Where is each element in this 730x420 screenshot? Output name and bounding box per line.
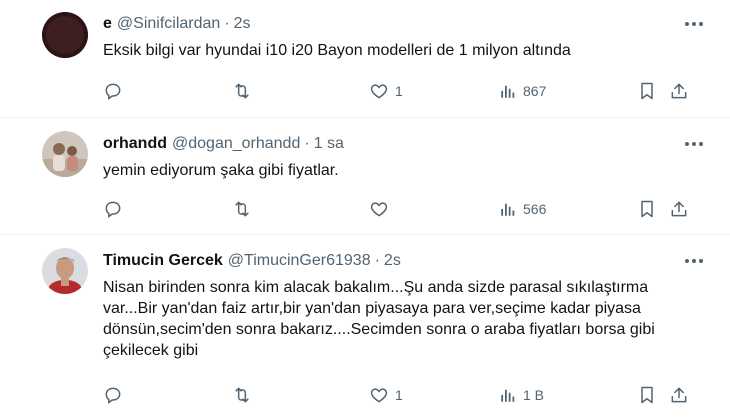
views-button[interactable]: 566 xyxy=(499,197,546,221)
share-icon xyxy=(671,387,687,403)
like-button[interactable]: 1 xyxy=(369,79,403,103)
more-options-icon[interactable] xyxy=(680,13,708,35)
share-icon xyxy=(671,201,687,217)
share-icon xyxy=(671,83,687,99)
retweet-icon xyxy=(235,83,249,99)
view-count: 867 xyxy=(523,83,547,99)
tweet-text: yemin ediyorum şaka gibi fiyatlar. xyxy=(103,162,339,179)
tweet-2[interactable]: orhandd @dogan_orhandd · 1 sa yemin ediy… xyxy=(0,118,730,235)
views-button[interactable]: 1 B xyxy=(499,383,544,407)
heart-icon xyxy=(370,84,388,99)
tweet-3[interactable]: Timucin Gercek @TimucinGer61938 · 2s Nis… xyxy=(0,235,730,420)
share-button[interactable] xyxy=(669,383,689,407)
retweet-button[interactable] xyxy=(231,197,253,221)
tweet-text: Eksik bilgi var hyundai i10 i20 Bayon mo… xyxy=(103,42,571,59)
username[interactable]: @TimucinGer61938 xyxy=(228,252,371,270)
tweet-header: orhandd @dogan_orhandd · 1 sa xyxy=(103,133,712,155)
bookmark-icon xyxy=(641,200,653,218)
like-button[interactable]: 1 xyxy=(369,383,403,407)
display-name[interactable]: e xyxy=(103,15,112,33)
avatar[interactable] xyxy=(42,12,88,58)
like-count: 1 xyxy=(395,83,403,99)
bookmark-icon xyxy=(641,82,653,100)
tweet-actions: 1 1 B xyxy=(103,383,693,407)
display-name[interactable]: orhandd xyxy=(103,135,167,153)
heart-icon xyxy=(370,202,388,217)
view-count: 1 B xyxy=(523,387,545,403)
reply-button[interactable] xyxy=(103,79,123,103)
bookmark-button[interactable] xyxy=(637,79,657,103)
tweet-1[interactable]: e @Sinifcilardan · 2s Eksik bilgi var hy… xyxy=(0,0,730,118)
tweet-text: Nisan birinden sonra kim alacak bakalım.… xyxy=(103,279,655,359)
tweet-header: Timucin Gercek @TimucinGer61938 · 2s xyxy=(103,250,712,272)
tweet-actions: 566 xyxy=(103,197,693,221)
bookmark-button[interactable] xyxy=(637,383,657,407)
bookmark-icon xyxy=(641,386,653,404)
separator-dot: · xyxy=(304,135,310,152)
more-options-icon[interactable] xyxy=(680,250,708,272)
reply-button[interactable] xyxy=(103,197,123,221)
reply-icon xyxy=(105,83,121,100)
avatar[interactable] xyxy=(42,131,88,177)
more-options-icon[interactable] xyxy=(680,133,708,155)
bookmark-button[interactable] xyxy=(637,197,657,221)
retweet-icon xyxy=(235,387,249,403)
reply-button[interactable] xyxy=(103,383,123,407)
display-name[interactable]: Timucin Gercek xyxy=(103,252,223,270)
analytics-icon xyxy=(501,389,515,402)
timestamp[interactable]: 2s xyxy=(384,252,401,270)
share-button[interactable] xyxy=(669,79,689,103)
views-button[interactable]: 867 xyxy=(499,79,546,103)
avatar[interactable] xyxy=(42,248,88,294)
retweet-button[interactable] xyxy=(231,79,253,103)
separator-dot: · xyxy=(374,252,380,269)
analytics-icon xyxy=(501,85,515,98)
timestamp[interactable]: 1 sa xyxy=(314,135,344,153)
separator-dot: · xyxy=(224,15,230,32)
username[interactable]: @Sinifcilardan xyxy=(117,15,220,33)
reply-icon xyxy=(105,201,121,218)
view-count: 566 xyxy=(523,201,547,217)
retweet-icon xyxy=(235,201,249,217)
tweet-header: e @Sinifcilardan · 2s xyxy=(103,13,712,35)
analytics-icon xyxy=(501,203,515,216)
like-button[interactable] xyxy=(369,197,395,221)
timestamp[interactable]: 2s xyxy=(234,15,251,33)
tweet-actions: 1 867 xyxy=(103,79,693,103)
share-button[interactable] xyxy=(669,197,689,221)
retweet-button[interactable] xyxy=(231,383,253,407)
username[interactable]: @dogan_orhandd xyxy=(172,135,300,153)
heart-icon xyxy=(370,388,388,403)
like-count: 1 xyxy=(395,387,403,403)
reply-icon xyxy=(105,387,121,404)
